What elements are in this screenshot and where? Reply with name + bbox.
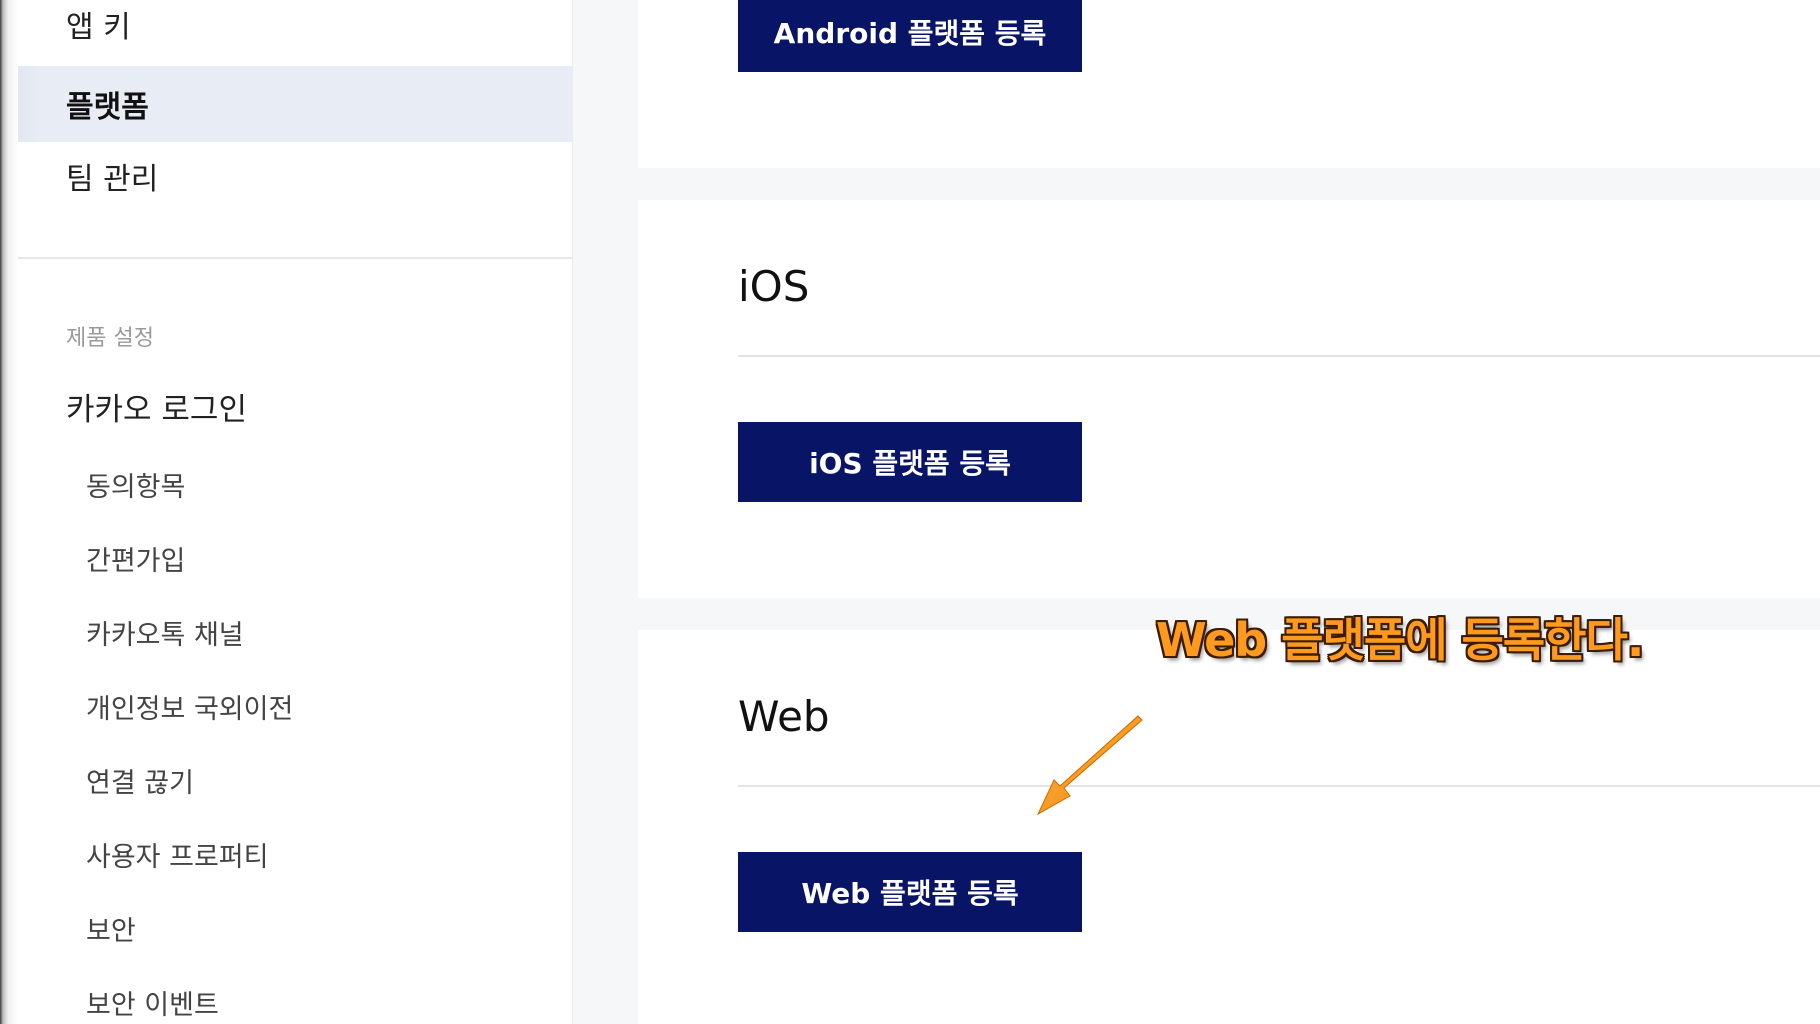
sidebar-subitem-overseas-transfer[interactable]: 개인정보 국외이전 xyxy=(86,687,293,726)
sidebar-subitem-user-properties[interactable]: 사용자 프로퍼티 xyxy=(86,835,268,874)
sidebar-item-platform[interactable]: 플랫폼 xyxy=(0,66,572,142)
annotation-arrow-icon xyxy=(1036,715,1143,816)
window-edge-shadow xyxy=(0,0,18,1024)
content-gutter xyxy=(573,0,638,1024)
sidebar-item-label: 팀 관리 xyxy=(66,162,159,197)
ios-section-title: iOS xyxy=(738,262,810,311)
web-register-button[interactable]: Web 플랫폼 등록 xyxy=(738,852,1082,932)
android-register-button[interactable]: Android 플랫폼 등록 xyxy=(738,0,1082,72)
web-section-divider xyxy=(738,785,1820,787)
sidebar-group-kakao-login[interactable]: 카카오 로그인 xyxy=(66,384,247,429)
sidebar-item-label: 플랫폼 xyxy=(66,90,149,125)
annotation-callout-text: Web 플랫폼에 등록한다. xyxy=(1156,613,1644,667)
sidebar-divider xyxy=(0,257,572,259)
sidebar-subitem-security[interactable]: 보안 xyxy=(86,909,136,948)
sidebar-subitem-unlink[interactable]: 연결 끊기 xyxy=(86,761,194,800)
page-root: 앱 키 플랫폼 팀 관리 제품 설정 카카오 로그인 동의항목 간편가입 카카오… xyxy=(0,0,1820,1024)
web-section-title: Web xyxy=(738,692,830,741)
sidebar-item-team-management[interactable]: 팀 관리 xyxy=(0,138,572,214)
sidebar-item-app-key[interactable]: 앱 키 xyxy=(0,0,572,62)
panel-separator xyxy=(638,168,1820,200)
sidebar-subitem-easy-signup[interactable]: 간편가입 xyxy=(86,539,185,578)
sidebar-item-label: 앱 키 xyxy=(66,10,131,45)
sidebar-subitem-consent[interactable]: 동의항목 xyxy=(86,465,185,504)
web-panel xyxy=(638,630,1820,1024)
sidebar-subitem-kakaotalk-channel[interactable]: 카카오톡 채널 xyxy=(86,613,244,652)
ios-register-button[interactable]: iOS 플랫폼 등록 xyxy=(738,422,1082,502)
sidebar: 앱 키 플랫폼 팀 관리 제품 설정 카카오 로그인 동의항목 간편가입 카카오… xyxy=(0,0,572,1024)
ios-section-divider xyxy=(738,355,1820,357)
ios-panel xyxy=(638,200,1820,598)
sidebar-subitem-security-events[interactable]: 보안 이벤트 xyxy=(86,983,219,1022)
sidebar-section-title: 제품 설정 xyxy=(66,326,154,351)
